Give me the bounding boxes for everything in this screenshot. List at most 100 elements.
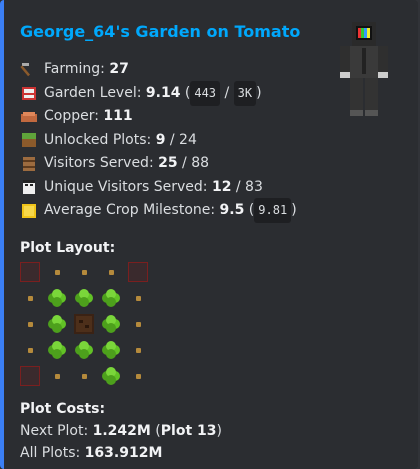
crop-plot — [47, 340, 67, 360]
empty-plot — [128, 262, 148, 282]
seed-icon — [108, 269, 114, 275]
plot-layout-heading: Plot Layout: — [20, 240, 116, 256]
seed-icon — [27, 321, 33, 327]
stat-row: Copper: 111 — [20, 105, 297, 129]
locked-plot-icon — [128, 262, 148, 282]
crop-icon — [48, 315, 66, 333]
stat-code: 443 — [190, 80, 221, 106]
crop-icon — [102, 289, 120, 307]
seed-icon — [81, 373, 87, 379]
seed-plot — [74, 366, 94, 386]
seed-icon — [135, 373, 141, 379]
plot-costs: Plot Costs: Next Plot: 1.242M (Plot 13) … — [20, 398, 222, 464]
crop-icon — [102, 341, 120, 359]
seed-icon — [54, 373, 60, 379]
crop-icon — [48, 289, 66, 307]
crop-plot — [101, 314, 121, 334]
crop-plot — [74, 340, 94, 360]
stat-total: / 83 — [231, 178, 263, 195]
stat-row: Unlocked Plots: 9 / 24 — [20, 129, 297, 153]
crop-icon — [48, 341, 66, 359]
stats-list: Farming: 27 Garden Level: 9.14 (443 / 3K)… — [20, 58, 297, 224]
seed-plot — [128, 314, 148, 334]
crop-plot — [47, 314, 67, 334]
stat-value: 27 — [109, 61, 129, 78]
stat-code: 9.81 — [254, 198, 292, 224]
stat-value: 12 — [211, 178, 232, 195]
stat-value: 9.5 — [219, 202, 245, 219]
stat-label: Copper: — [44, 108, 99, 125]
next-plot-label: Next Plot: — [20, 423, 89, 439]
seed-icon — [135, 347, 141, 353]
next-plot-cost: 1.242M — [92, 423, 151, 439]
stat-row: Garden Level: 9.14 (443 / 3K) — [20, 80, 297, 106]
crop-plot — [101, 366, 121, 386]
stat-row: Unique Visitors Served: 12 / 83 — [20, 176, 297, 200]
villager-head-icon — [20, 178, 38, 196]
seed-plot — [74, 262, 94, 282]
crop-plot — [74, 288, 94, 308]
gold-block-icon — [20, 202, 38, 220]
seed-icon — [135, 295, 141, 301]
stat-label: Unlocked Plots: — [44, 131, 152, 148]
stat-label: Unique Visitors Served: — [44, 178, 208, 195]
next-plot-row: Next Plot: 1.242M (Plot 13) — [20, 423, 222, 439]
seed-plot — [128, 288, 148, 308]
all-plots-label: All Plots: — [20, 445, 81, 461]
seed-plot — [47, 366, 67, 386]
empty-plot — [20, 262, 40, 282]
plot-costs-heading: Plot Costs: — [20, 401, 106, 417]
barrel-icon — [20, 155, 38, 173]
stat-value: 25 — [158, 155, 178, 172]
embed-title[interactable]: George_64's Garden on Tomato — [20, 22, 300, 41]
next-plot-name: Plot 13 — [160, 423, 217, 439]
player-skin-thumbnail[interactable] — [334, 20, 394, 120]
seed-plot — [20, 340, 40, 360]
seed-icon — [135, 321, 141, 327]
stat-label: Garden Level: — [44, 84, 142, 101]
composter-icon — [20, 84, 38, 102]
crop-icon — [102, 315, 120, 333]
stat-value: 111 — [103, 108, 133, 125]
stat-value: 9 — [155, 131, 166, 148]
seed-plot — [128, 340, 148, 360]
embed-accent-bar — [0, 0, 4, 469]
barn-plot — [74, 314, 94, 334]
crop-icon — [75, 341, 93, 359]
stat-value: 9.14 — [145, 84, 181, 101]
crop-icon — [102, 367, 120, 385]
locked-plot-icon — [20, 262, 40, 282]
stat-total: / 24 — [165, 131, 197, 148]
seed-icon — [54, 269, 60, 275]
copper-icon — [20, 108, 38, 126]
empty-plot — [20, 366, 40, 386]
seed-plot — [20, 288, 40, 308]
locked-plot-icon — [20, 366, 40, 386]
stat-row: Visitors Served: 25 / 88 — [20, 152, 297, 176]
seed-plot — [47, 262, 67, 282]
stat-label: Farming: — [44, 61, 105, 78]
seed-plot — [20, 314, 40, 334]
crop-icon — [75, 289, 93, 307]
garden-embed: George_64's Garden on Tomato Farming: 27… — [0, 0, 418, 469]
all-plots-cost: 163.912M — [84, 445, 163, 461]
stat-label: Average Crop Milestone: — [44, 202, 216, 219]
barn-icon — [74, 314, 94, 334]
plot-layout-grid — [20, 262, 148, 386]
all-plots-row: All Plots: 163.912M — [20, 442, 222, 464]
stat-row: Average Crop Milestone: 9.5 (9.81) — [20, 198, 297, 224]
stat-row: Farming: 27 — [20, 58, 297, 82]
hoe-icon — [20, 61, 38, 79]
crop-plot — [101, 288, 121, 308]
crop-plot — [101, 340, 121, 360]
crop-plot — [47, 288, 67, 308]
seed-icon — [27, 295, 33, 301]
grass-block-icon — [20, 131, 38, 149]
seed-icon — [81, 269, 87, 275]
seed-icon — [27, 347, 33, 353]
seed-plot — [101, 262, 121, 282]
stat-total: / 88 — [177, 155, 210, 172]
seed-plot — [128, 366, 148, 386]
stat-code-2: 3K — [233, 80, 257, 106]
stat-label: Visitors Served: — [44, 155, 154, 172]
